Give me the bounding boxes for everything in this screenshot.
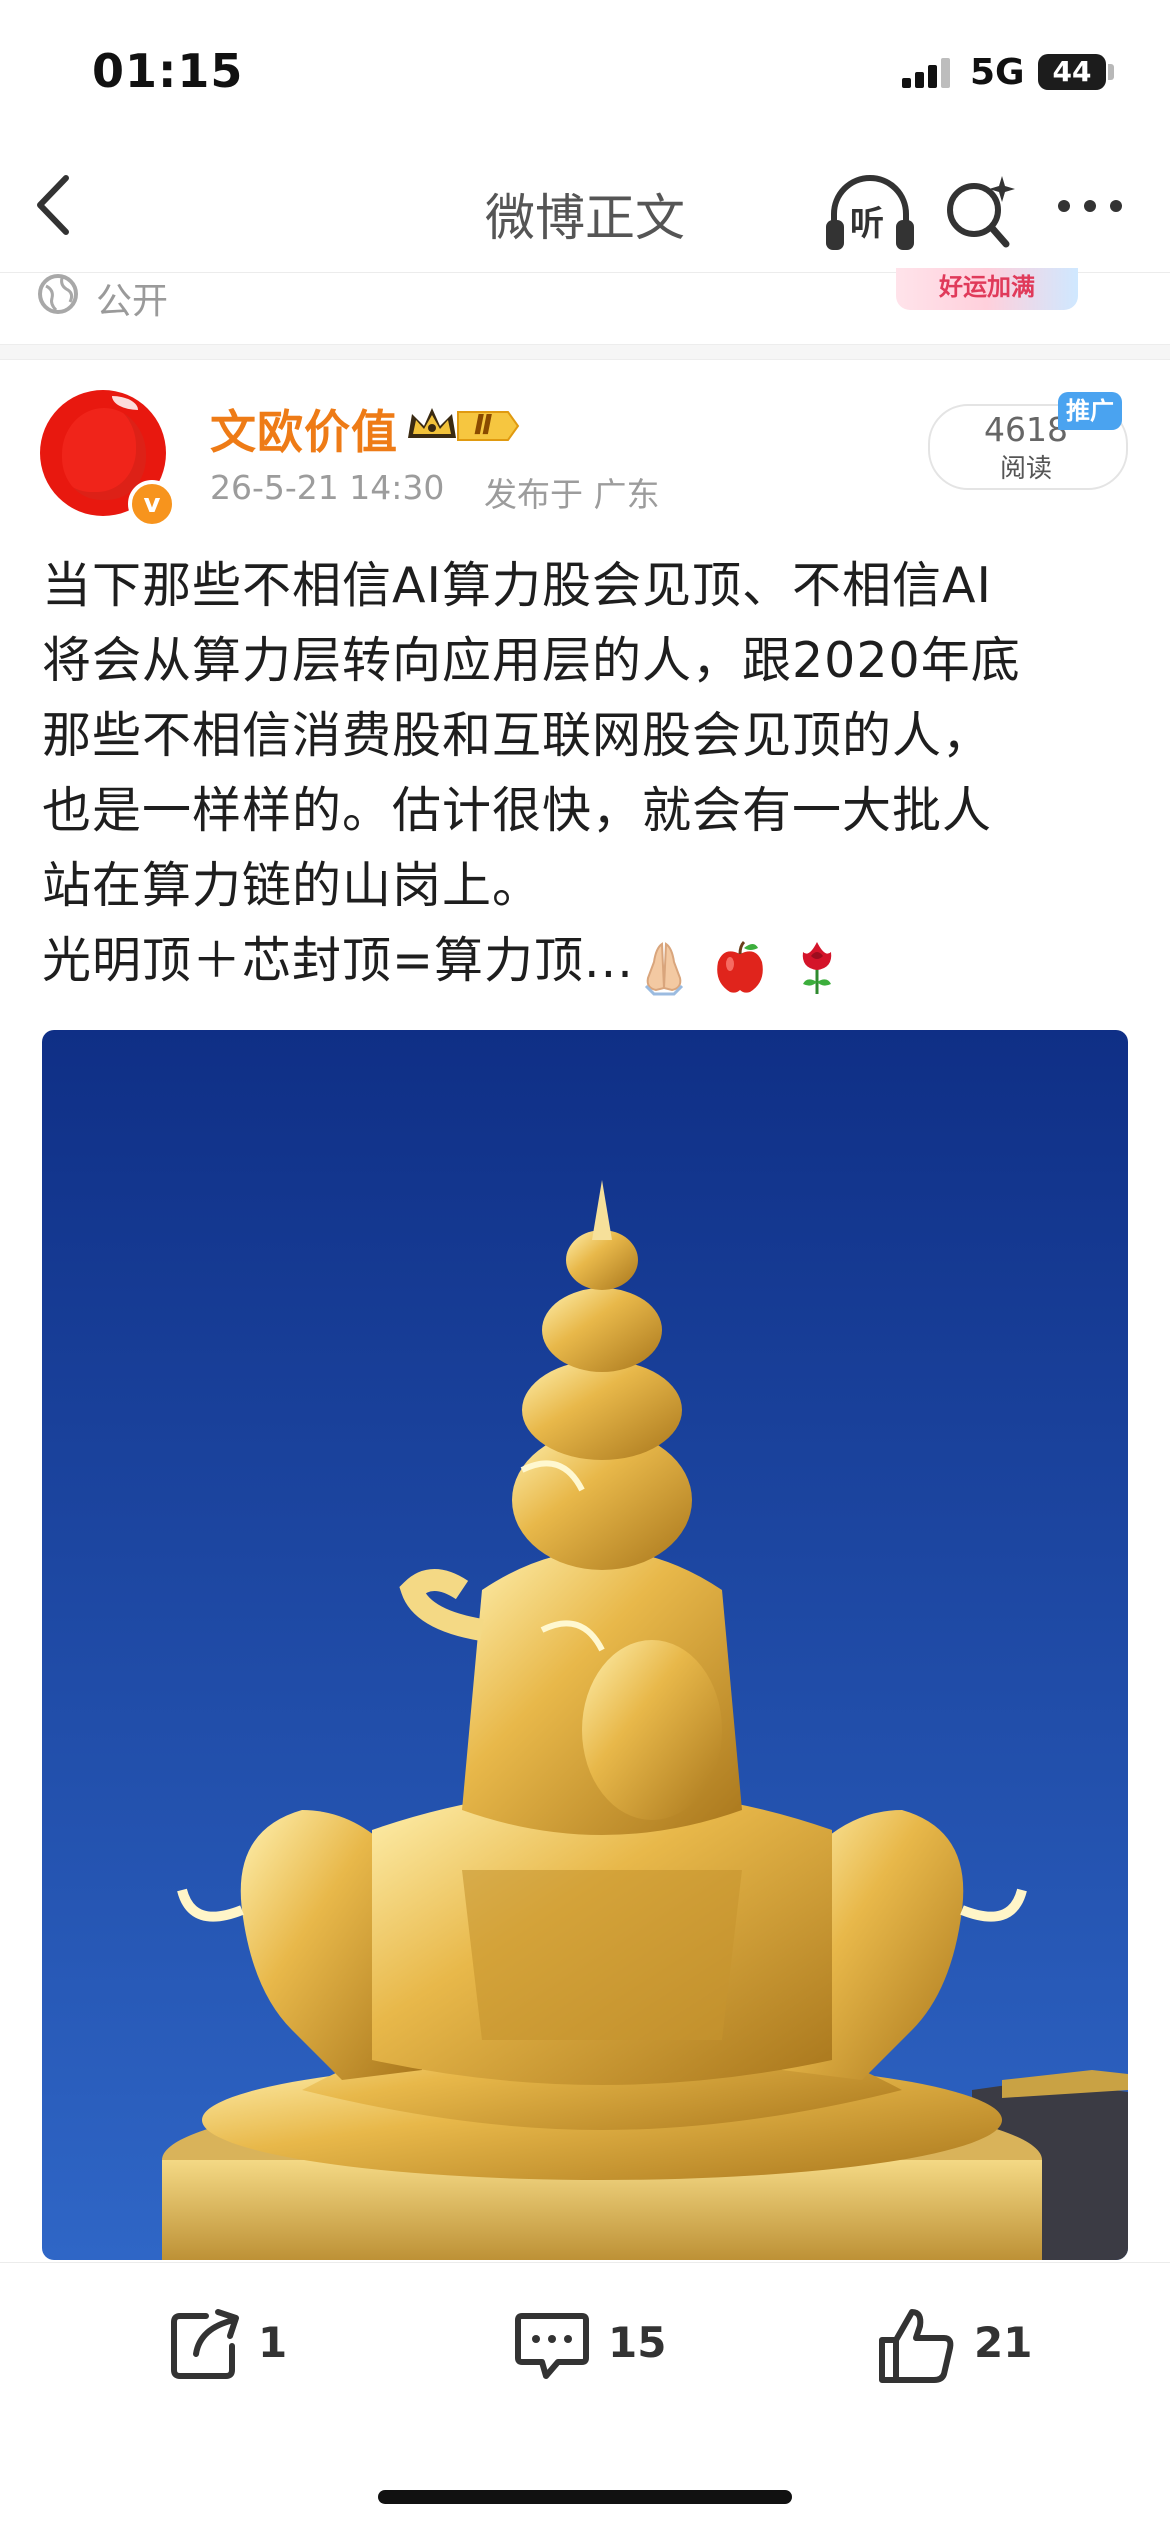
battery-level: 44 [1038,54,1106,90]
like-count[interactable]: 21 [974,2318,1032,2367]
post-time: 26-5-21 14:30 [210,468,445,507]
luck-banner[interactable]: 好运加满 [896,268,1078,310]
vip-crown-badge[interactable]: Ⅱ [404,404,520,448]
comment-count[interactable]: 15 [608,2318,666,2367]
share-icon[interactable] [166,2306,244,2384]
author-name[interactable]: 文欧价值 [210,396,398,462]
post-location: 发布于 广东 [484,475,660,514]
golden-statue-illustration [42,1030,1128,2260]
network-type: 5G [970,52,1025,93]
post-body: 当下那些不相信AI算力股会见顶、不相信AI 将会从算力层转向应用层的人，跟202… [42,548,1142,1001]
home-indicator[interactable] [378,2490,792,2504]
apple-leaf [112,396,138,410]
post-text-line: 那些不相信消费股和互联网股会见顶的人， [42,707,993,764]
vip-level: Ⅱ [474,408,493,441]
post-text-line: 站在算力链的山岗上。 [42,857,543,914]
emoji-row [634,926,847,1001]
comment-icon[interactable] [512,2306,592,2386]
folded-hands-icon [644,941,683,995]
apple-logo [62,408,146,500]
search-sparkle-icon[interactable] [940,168,1020,258]
verified-badge-icon: v [128,480,176,528]
listen-button[interactable]: 听 [820,168,920,258]
crown-icon [408,408,520,441]
card-separator [0,344,1170,360]
rose-icon [802,941,832,994]
visibility-label: 公开 [96,281,169,322]
listen-label: 听 [850,204,884,244]
cellular-signal-icon [902,58,950,88]
globe-icon [38,274,78,314]
status-time: 01:15 [92,44,244,98]
post-text-last-line: 光明顶＋芯封顶=算力顶... [42,923,1142,1001]
like-icon[interactable] [876,2306,956,2386]
red-apple-icon [717,940,764,993]
post-text-line: 将会从算力层转向应用层的人，跟2020年底 [42,632,1021,689]
post-text-line: 光明顶＋芯封顶=算力顶... [42,932,634,989]
post-photo[interactable] [42,1030,1128,2260]
share-count[interactable]: 1 [258,2318,287,2367]
post-text-line: 也是一样样的。估计很快，就会有一大批人 [42,782,993,839]
more-icon[interactable] [1054,196,1126,216]
battery-tip [1108,64,1114,80]
reads-label: 阅读 [999,454,1052,484]
post-text-line: 当下那些不相信AI算力股会见顶、不相信AI [42,557,992,614]
luck-banner-text: 好运加满 [939,273,1035,301]
promo-tag[interactable]: 推广 [1058,392,1122,430]
